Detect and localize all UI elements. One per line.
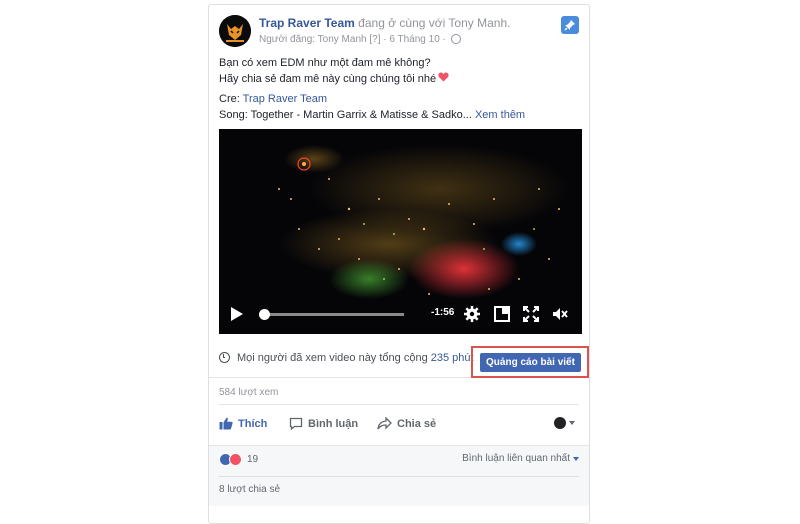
page-name-link[interactable]: Trap Raver Team (259, 16, 355, 30)
mute-icon[interactable] (551, 305, 569, 323)
comment-label: Bình luận (308, 417, 359, 430)
comment-sort-dropdown[interactable]: Bình luận liên quan nhất (462, 453, 579, 464)
chevron-down-icon (569, 421, 575, 425)
fullscreen-icon[interactable] (522, 305, 540, 323)
share-button[interactable]: Chia sẻ (377, 417, 436, 430)
post-meta: Người đăng: Tony Manh [?] · 6 Tháng 10 · (259, 34, 461, 45)
progress-knob[interactable] (259, 309, 270, 320)
globe-icon (450, 34, 461, 45)
comment-icon (289, 417, 303, 430)
tagged-user-link[interactable]: Tony Manh. (448, 16, 510, 30)
post-card: Trap Raver Team đang ở cùng với Tony Man… (208, 4, 590, 524)
settings-icon[interactable] (463, 305, 481, 323)
progress-track[interactable] (262, 313, 404, 316)
video-controls: -1:56 (219, 294, 582, 334)
comment-sort-label: Bình luận liên quan nhất (462, 453, 570, 464)
chevron-down-icon (573, 456, 579, 461)
like-icon (219, 417, 233, 430)
with-text: đang ở cùng với (358, 16, 446, 30)
divider (219, 476, 579, 477)
post-meta-text: Người đăng: Tony Manh [?] · 6 Tháng 10 · (259, 34, 446, 45)
share-count[interactable]: 8 lượt chia sẻ (219, 484, 280, 495)
action-bar: Thích Bình luận Chia sẻ (209, 409, 589, 439)
pip-icon[interactable] (493, 305, 511, 323)
watch-stats-text: Mọi người đã xem video này tổng cộng 235… (237, 352, 474, 364)
video-player[interactable]: -1:56 (219, 129, 582, 334)
reaction-count: 19 (247, 454, 259, 465)
watch-minutes-link[interactable]: 235 phút (431, 352, 474, 364)
like-button[interactable]: Thích (219, 417, 267, 430)
post-caption: Bạn có xem EDM như một đam mê không? Hãy… (219, 55, 579, 87)
credit-link[interactable]: Trap Raver Team (243, 93, 327, 105)
caption-line-2: Hãy chia sẻ đam mê này cùng chúng tôi nh… (219, 73, 437, 85)
share-label: Chia sẻ (397, 417, 437, 430)
post-header: Trap Raver Team đang ở cùng với Tony Man… (219, 15, 579, 55)
divider (219, 404, 579, 405)
reaction-summary[interactable]: 19 (219, 453, 258, 466)
love-reaction-icon (229, 453, 242, 466)
watch-stats-row: Mọi người đã xem video này tổng cộng 235… (209, 341, 589, 378)
heart-icon (438, 71, 449, 87)
like-label: Thích (238, 417, 268, 430)
comment-button[interactable]: Bình luận (289, 417, 358, 430)
pin-icon[interactable] (561, 16, 579, 34)
page-avatar[interactable] (219, 15, 251, 47)
post-credits: Cre: Trap Raver Team Song: Together - Ma… (219, 91, 579, 123)
see-more-link[interactable]: Xem thêm (475, 109, 525, 121)
share-icon (377, 417, 392, 430)
viewer-avatar (554, 417, 566, 429)
credit-label: Cre: (219, 93, 240, 105)
reactions-area: 19 Bình luận liên quan nhất 8 lượt chia … (209, 445, 589, 506)
boost-post-button[interactable]: Quảng cáo bài viết (480, 353, 581, 372)
clock-icon (219, 352, 230, 363)
post-title-line: Trap Raver Team đang ở cùng với Tony Man… (259, 16, 510, 30)
play-icon[interactable] (231, 307, 243, 321)
view-count[interactable]: 584 lượt xem (219, 387, 278, 398)
song-text: Song: Together - Martin Garrix & Matisse… (219, 109, 472, 121)
post-as-selector[interactable] (554, 417, 575, 429)
caption-line-1: Bạn có xem EDM như một đam mê không? (219, 57, 431, 69)
watch-text: Mọi người đã xem video này tổng cộng (237, 352, 428, 364)
time-remaining: -1:56 (431, 307, 455, 318)
